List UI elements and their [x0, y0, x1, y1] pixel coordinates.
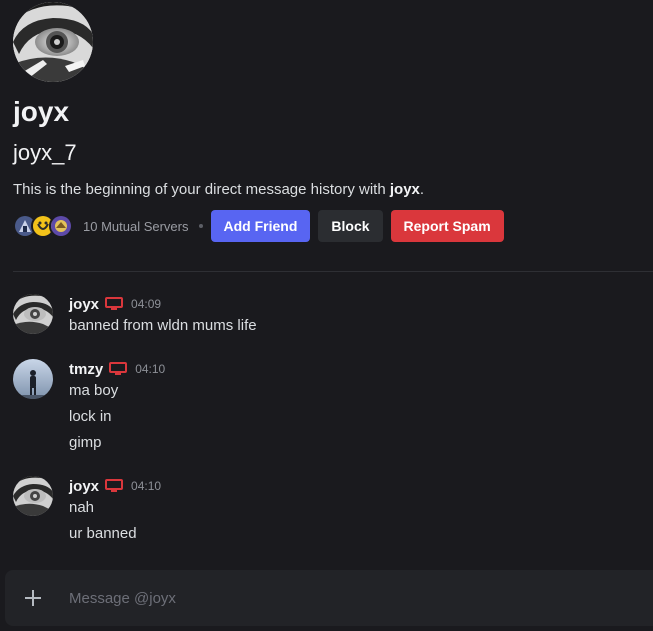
intro-divider — [13, 271, 653, 272]
message-text: gimp — [69, 434, 102, 451]
beginning-suffix: . — [419, 181, 425, 198]
mutual-server-icon — [49, 214, 73, 238]
message-text: ur banned — [69, 525, 137, 542]
desktop-icon — [105, 297, 124, 310]
dm-page: joyx joyx_7 This is the beginning of you… — [0, 0, 653, 631]
mutual-server-icons[interactable] — [13, 214, 73, 238]
message-text: ma boy — [69, 382, 119, 399]
message-text: lock in — [69, 408, 112, 425]
message-body: joyx 04:09 banned from wldn mums life — [69, 294, 257, 336]
message-author[interactable]: joyx — [69, 478, 99, 495]
message-author[interactable]: joyx — [69, 296, 99, 313]
message-timestamp[interactable]: 04:10 — [131, 479, 161, 493]
dm-beginning-text: This is the beginning of your direct mes… — [13, 180, 643, 200]
message-timestamp[interactable]: 04:10 — [135, 362, 165, 376]
add-friend-button[interactable]: Add Friend — [210, 210, 311, 242]
message-body: joyx 04:10 nah ur banned — [69, 476, 161, 544]
plus-icon[interactable] — [21, 586, 45, 610]
separator-dot — [198, 224, 203, 228]
message-text: nah — [69, 499, 95, 516]
message-header: joyx 04:09 — [69, 294, 257, 314]
avatar[interactable] — [13, 294, 53, 334]
desktop-icon — [105, 479, 124, 492]
profile-username: joyx_7 — [13, 140, 77, 165]
profile-actions: 10 Mutual Servers Add Friend Block Repor… — [13, 210, 643, 242]
desktop-icon — [109, 362, 128, 375]
message-author[interactable]: tmzy — [69, 361, 103, 378]
profile-display-name: joyx — [13, 96, 70, 127]
message-header: joyx 04:10 — [69, 476, 161, 496]
mutual-servers-count[interactable]: 10 Mutual Servers — [83, 219, 189, 234]
beginning-name: joyx — [389, 181, 420, 198]
block-button[interactable]: Block — [318, 210, 383, 242]
message-body: tmzy 04:10 ma boy lock in gimp — [69, 359, 165, 453]
message-input[interactable] — [69, 570, 629, 626]
profile-avatar[interactable] — [13, 2, 93, 82]
beginning-prefix: This is the beginning of your direct mes… — [13, 181, 390, 198]
message-composer — [5, 570, 653, 626]
message-header: tmzy 04:10 — [69, 359, 165, 379]
dm-intro: joyx joyx_7 This is the beginning of you… — [13, 2, 643, 242]
avatar[interactable] — [13, 359, 53, 399]
report-spam-button[interactable]: Report Spam — [390, 210, 504, 242]
avatar[interactable] — [13, 476, 53, 516]
message-text: banned from wldn mums life — [69, 317, 257, 334]
message-timestamp[interactable]: 04:09 — [131, 297, 161, 311]
